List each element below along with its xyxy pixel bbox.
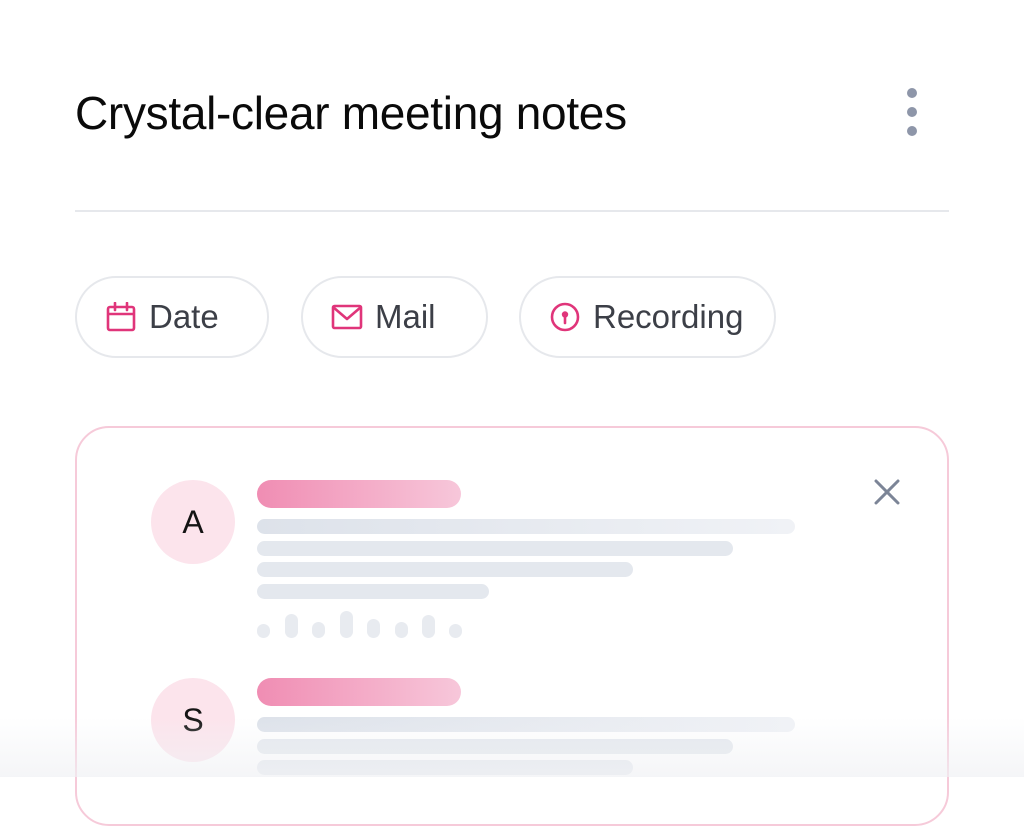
meeting-notes-card: A S: [75, 426, 949, 826]
more-vertical-icon: [907, 88, 917, 98]
text-line-placeholder: [257, 717, 795, 732]
avatar: S: [151, 678, 235, 762]
text-line-placeholder: [257, 584, 489, 599]
date-chip[interactable]: Date: [75, 276, 269, 358]
text-line-placeholder: [257, 519, 795, 534]
recording-chip-label: Recording: [593, 298, 744, 335]
close-button[interactable]: [871, 476, 903, 508]
mail-icon: [331, 301, 363, 333]
record-icon: [549, 301, 581, 333]
text-line-placeholder: [257, 739, 733, 754]
page-header: Crystal-clear meeting notes: [75, 80, 949, 150]
avatar-initial: S: [182, 701, 204, 738]
more-options-button[interactable]: [901, 88, 923, 136]
text-line-placeholder: [257, 541, 733, 556]
page-title: Crystal-clear meeting notes: [75, 87, 627, 139]
recording-chip[interactable]: Recording: [519, 276, 776, 358]
mail-chip[interactable]: Mail: [301, 276, 488, 358]
mail-chip-label: Mail: [375, 298, 436, 335]
header-divider: [75, 210, 949, 212]
speaker-name-placeholder: [257, 480, 461, 508]
avatar-initial: A: [182, 503, 204, 540]
close-icon: [874, 479, 900, 505]
speaker-name-placeholder: [257, 678, 461, 706]
text-line-placeholder: [257, 760, 633, 775]
calendar-icon: [105, 301, 137, 333]
avatar: A: [151, 480, 235, 564]
text-line-placeholder: [257, 562, 633, 577]
date-chip-label: Date: [149, 298, 219, 335]
